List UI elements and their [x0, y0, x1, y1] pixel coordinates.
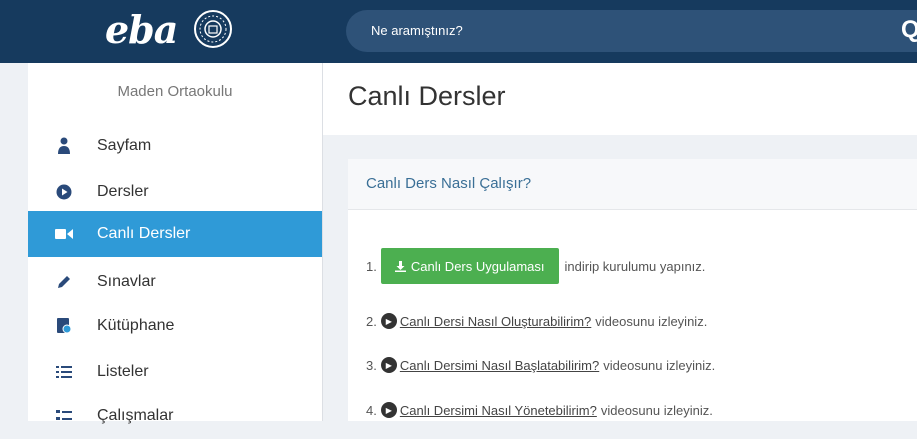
- step-text: videosunu izleyiniz.: [595, 313, 708, 329]
- sidebar-item-calismalar[interactable]: Çalışmalar: [28, 393, 322, 439]
- sidebar-item-label: Canlı Dersler: [97, 225, 191, 242]
- library-icon: [52, 318, 76, 334]
- step-3: 3. ▶ Canlı Dersimi Nasıl Başlatabilirim?…: [366, 357, 715, 373]
- sidebar-item-sinavlar[interactable]: Sınavlar: [28, 259, 322, 305]
- school-name: Maden Ortaokulu: [117, 83, 233, 100]
- top-bar: eba Ne aramıştınız? Q: [0, 0, 917, 63]
- sidebar-item-listeler[interactable]: Listeler: [28, 349, 322, 395]
- search-icon[interactable]: Q: [901, 15, 917, 45]
- download-button-label: Canlı Ders Uygulaması: [410, 258, 545, 274]
- video-link-start[interactable]: Canlı Dersimi Nasıl Başlatabilirim?: [400, 358, 599, 373]
- user-icon: [52, 137, 76, 155]
- search-input[interactable]: Ne aramıştınız?: [371, 10, 463, 52]
- sidebar: Maden Ortaokulu Sayfam Dersler Canlı Der…: [28, 63, 323, 424]
- play-icon[interactable]: ▶: [380, 357, 397, 373]
- main-content: Canlı Dersler Canlı Ders Nasıl Çalışır? …: [323, 63, 917, 421]
- sidebar-item-dersler[interactable]: Dersler: [28, 169, 322, 215]
- sidebar-item-sayfam[interactable]: Sayfam: [28, 123, 322, 169]
- eba-logo[interactable]: eba: [105, 8, 178, 52]
- page-title: Canlı Dersler: [348, 81, 506, 111]
- sidebar-item-label: Listeler: [97, 363, 149, 380]
- play-circle-icon: [52, 184, 76, 200]
- step-number: 2.: [366, 313, 377, 329]
- title-bar: Canlı Dersler: [323, 63, 917, 135]
- step-number: 4.: [366, 402, 377, 418]
- sidebar-item-label: Sayfam: [97, 137, 152, 154]
- step-text: indirip kurulumu yapınız.: [564, 258, 706, 274]
- search-bar[interactable]: Ne aramıştınız? Q: [346, 10, 917, 52]
- play-icon[interactable]: ▶: [380, 402, 397, 418]
- video-camera-icon: [52, 228, 76, 240]
- download-app-button[interactable]: Canlı Ders Uygulaması: [380, 248, 559, 284]
- step-1: 1. Canlı Ders Uygulaması indirip kurulum…: [366, 248, 705, 284]
- step-number: 1.: [366, 258, 377, 274]
- list-icon: [52, 365, 76, 379]
- info-card: Canlı Ders Nasıl Çalışır? 1. Canlı Ders …: [348, 159, 917, 421]
- step-number: 3.: [366, 357, 377, 373]
- pencil-icon: [52, 274, 76, 290]
- sidebar-item-label: Dersler: [97, 183, 149, 200]
- left-strip: [0, 63, 28, 421]
- sidebar-item-canli-dersler[interactable]: Canlı Dersler: [28, 211, 322, 257]
- sidebar-item-kutuphane[interactable]: Kütüphane: [28, 303, 322, 349]
- step-2: 2. ▶ Canlı Dersi Nasıl Oluşturabilirim? …: [366, 313, 707, 329]
- card-header: Canlı Ders Nasıl Çalışır?: [348, 159, 917, 210]
- step-text: videosunu izleyiniz.: [603, 357, 716, 373]
- ministry-seal-icon: [194, 10, 232, 48]
- step-4: 4. ▶ Canlı Dersimi Nasıl Yönetebilirim? …: [366, 402, 713, 418]
- step-text: videosunu izleyiniz.: [600, 402, 713, 418]
- sidebar-item-label: Sınavlar: [97, 273, 156, 290]
- video-link-create[interactable]: Canlı Dersi Nasıl Oluşturabilirim?: [400, 314, 591, 329]
- sidebar-item-label: Kütüphane: [97, 317, 175, 334]
- download-icon: [394, 260, 406, 272]
- play-icon[interactable]: ▶: [380, 313, 397, 329]
- video-link-manage[interactable]: Canlı Dersimi Nasıl Yönetebilirim?: [400, 403, 597, 418]
- sidebar-item-label: Çalışmalar: [97, 407, 174, 424]
- card-title: Canlı Ders Nasıl Çalışır?: [366, 175, 532, 192]
